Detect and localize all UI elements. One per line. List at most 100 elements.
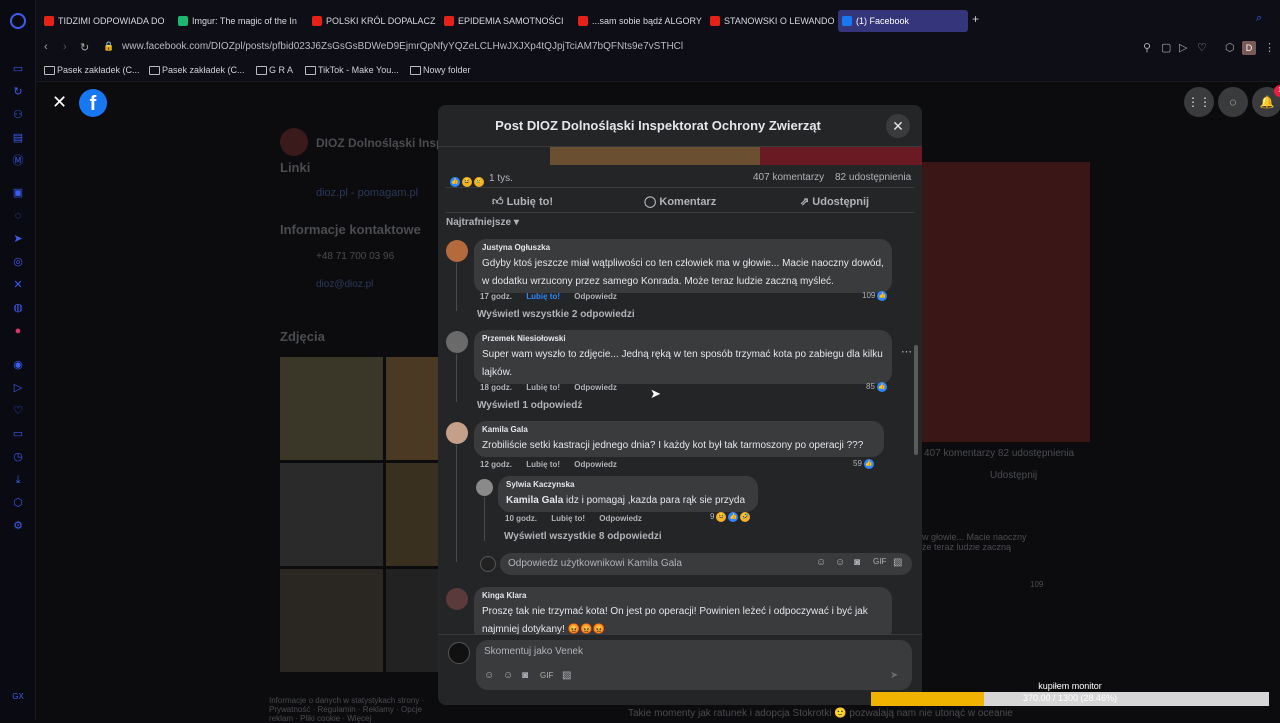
download-icon[interactable]: ⤓ <box>11 473 25 487</box>
comment-time[interactable]: 17 godz. <box>480 292 512 301</box>
post-image-right[interactable] <box>922 162 1090 442</box>
reply-like-button[interactable]: Lubię to! <box>551 514 585 523</box>
heart-icon[interactable]: ♡ <box>11 404 25 418</box>
photo-2[interactable] <box>386 357 438 460</box>
comment-like-button[interactable]: Lubię to! <box>526 292 560 301</box>
pin-icon[interactable]: ⚲ <box>1143 41 1151 54</box>
photo-3[interactable] <box>280 463 383 566</box>
gif-icon[interactable]: GIF <box>873 557 886 566</box>
send-icon[interactable]: ▷ <box>11 381 25 395</box>
avatar[interactable] <box>448 642 470 664</box>
extensions-icon[interactable]: ⬡ <box>1225 41 1235 54</box>
comment-reply-button[interactable]: Odpowiedz <box>574 383 617 392</box>
extensions-icon[interactable]: ⬡ <box>11 496 25 510</box>
tab-4[interactable]: EPIDEMIA SAMOTNOŚCI <box>444 10 570 32</box>
sort-dropdown[interactable]: Najtrafniejsze ▾ <box>446 217 519 228</box>
avatar[interactable] <box>446 422 468 444</box>
menu-icon[interactable]: ⋮ <box>1264 41 1275 54</box>
modal-scrollbar[interactable] <box>914 345 918 455</box>
back-icon[interactable]: ‹ <box>44 41 48 53</box>
bookmark-folder-4[interactable]: Nowy folder <box>410 65 471 75</box>
reload-icon[interactable]: ↻ <box>80 41 89 54</box>
comments-count[interactable]: 407 komentarzy <box>753 172 824 183</box>
tab-1[interactable]: TIDZIMI ODPOWIADA DO <box>44 10 170 32</box>
reply-reply-button[interactable]: Odpowiedz <box>599 514 642 523</box>
reply-time[interactable]: 10 godz. <box>505 514 537 523</box>
opera-logo-icon[interactable] <box>10 13 26 29</box>
bookmark-folder-2[interactable]: Pasek zakładek (C... <box>149 65 245 75</box>
pinboard-icon[interactable]: ▤ <box>11 131 25 145</box>
comment-reactions[interactable]: 109 👍 <box>862 291 888 301</box>
avatar[interactable] <box>446 588 468 610</box>
telegram-icon[interactable]: ➤ <box>11 232 25 246</box>
tab-5[interactable]: ...sam sobie bądź ALGORY <box>578 10 704 32</box>
sticker-icon[interactable]: ▧ <box>893 557 902 568</box>
reply-mention[interactable]: Kamila Gala <box>506 495 563 506</box>
music-icon[interactable]: ● <box>11 324 25 338</box>
gx-icon[interactable]: GX <box>11 690 25 704</box>
history-icon[interactable]: ↻ <box>11 85 25 99</box>
messenger-icon[interactable]: ◌ <box>11 209 25 223</box>
avatar-sticker-icon[interactable]: ☺ <box>484 670 494 681</box>
avatar[interactable] <box>476 479 493 496</box>
comment-options-icon[interactable]: ⋯ <box>901 345 912 358</box>
comment-reply-button[interactable]: Odpowiedz <box>574 460 617 469</box>
reply-input[interactable]: Odpowiedz użytkownikowi Kamila Gala ☺ ☺ … <box>500 553 912 575</box>
comment-time[interactable]: 18 godz. <box>480 383 512 392</box>
bookmark-folder-3[interactable]: G R A <box>256 65 293 75</box>
avatar-sticker-icon[interactable]: ☺ <box>816 557 826 568</box>
profile-avatar[interactable]: D <box>1242 41 1256 55</box>
emoji-icon[interactable]: ☺ <box>503 670 513 681</box>
tab-search-icon[interactable]: ⌕ <box>1256 12 1262 25</box>
like-button[interactable]: 👍︎ Lubię to! <box>492 195 553 208</box>
comment-input[interactable]: Skomentuj jako Venek ☺ ☺ ◙ GIF ▧ ➤ <box>476 640 912 690</box>
instagram-icon[interactable]: ◎ <box>11 255 25 269</box>
play-icon[interactable]: ▷ <box>1179 41 1187 54</box>
tab-3[interactable]: POLSKI KRÓL DOPALACZ <box>312 10 438 32</box>
view-replies-button[interactable]: Wyświetl 1 odpowiedź <box>477 400 582 411</box>
wallet-icon[interactable]: ▭ <box>11 427 25 441</box>
url-field[interactable]: www.facebook.com/DIOZpl/posts/pfbid023J6… <box>122 41 683 52</box>
view-replies-button[interactable]: Wyświetl wszystkie 8 odpowiedzi <box>504 531 662 542</box>
comment-reactions[interactable]: 85 👍 <box>866 382 887 392</box>
post-image-strip-2[interactable] <box>760 147 922 165</box>
photo-6[interactable] <box>386 569 438 672</box>
gif-icon[interactable]: GIF <box>540 671 553 680</box>
m-icon[interactable]: Ⓜ <box>11 154 25 168</box>
speed-dial-icon[interactable]: ▭ <box>11 62 25 76</box>
reply-reactions[interactable]: 9 😆 👍 🤣 <box>710 512 751 522</box>
sticker-icon[interactable]: ▧ <box>562 670 571 681</box>
discord-icon[interactable]: ◍ <box>11 301 25 315</box>
favorite-icon[interactable]: ♡ <box>1197 41 1207 54</box>
comment-reactions[interactable]: 59 👍 <box>853 459 874 469</box>
view-replies-button[interactable]: Wyświetl wszystkie 2 odpowiedzi <box>477 309 635 320</box>
reaction-icons[interactable]: 👍 😆 😢 <box>448 173 484 191</box>
tab-6[interactable]: STANOWSKI O LEWANDO <box>710 10 836 32</box>
camera-icon[interactable]: ◙ <box>522 670 528 681</box>
tab-2[interactable]: Imgur: The magic of the In <box>178 10 304 32</box>
emoji-icon[interactable]: ☺ <box>835 557 845 568</box>
avatar[interactable] <box>446 331 468 353</box>
comment-author[interactable]: Justyna Ogłuszka <box>482 243 884 252</box>
comment-author[interactable]: Kinga Klara <box>482 591 884 600</box>
share-button[interactable]: ⇗ Udostępnij <box>800 195 869 208</box>
apps-menu-icon[interactable]: ⋮⋮ <box>1184 87 1214 117</box>
photo-5[interactable] <box>280 569 383 672</box>
facebook-logo-icon[interactable]: f <box>79 89 107 117</box>
comment-like-button[interactable]: Lubię to! <box>526 383 560 392</box>
new-tab-button[interactable]: + <box>972 12 979 26</box>
messenger-icon[interactable]: ◌ <box>1218 87 1248 117</box>
bookmark-folder-1[interactable]: Pasek zakładek (C... <box>44 65 140 75</box>
close-viewer-icon[interactable]: ✕ <box>52 92 67 113</box>
comment-button[interactable]: ◯ Komentarz <box>644 195 716 208</box>
post-image-strip[interactable] <box>550 147 760 165</box>
comment-author[interactable]: Kamila Gala <box>482 425 876 434</box>
forward-icon[interactable]: › <box>63 41 67 53</box>
close-modal-button[interactable]: ✕ <box>886 114 910 138</box>
spotify-icon[interactable]: ◉ <box>11 358 25 372</box>
comment-author[interactable]: Przemek Niesiołowski <box>482 334 884 343</box>
x-icon[interactable]: ✕ <box>11 278 25 292</box>
reply-author[interactable]: Sylwia Kaczynska <box>506 480 750 489</box>
comment-reply-button[interactable]: Odpowiedz <box>574 292 617 301</box>
reactions-count[interactable]: 1 tys. <box>489 173 513 184</box>
